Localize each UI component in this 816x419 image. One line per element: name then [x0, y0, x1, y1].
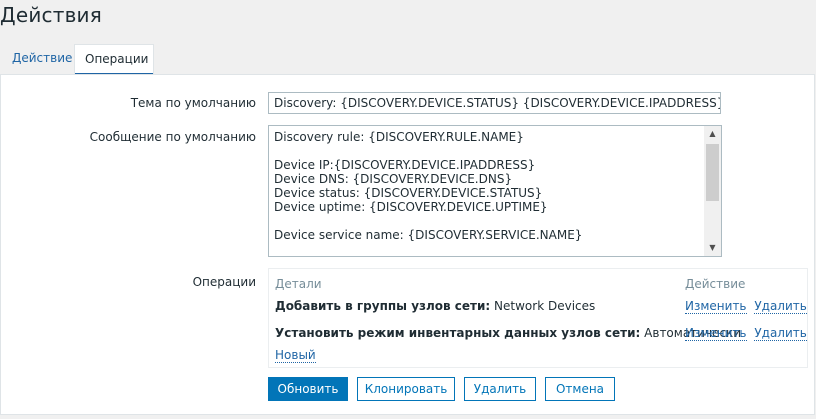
remove-link[interactable]: Удалить [754, 299, 807, 314]
subject-label: Тема по умолчанию [130, 96, 256, 110]
delete-button[interactable]: Удалить [464, 377, 536, 401]
clone-button[interactable]: Клонировать [357, 377, 455, 401]
operation-type: Добавить в группы узлов сети: [275, 299, 491, 313]
message-line: Device service name: {DISCOVERY.SERVICE.… [274, 228, 583, 242]
remove-link[interactable]: Удалить [754, 326, 807, 341]
page-title: Действия [0, 3, 102, 27]
cancel-button[interactable]: Отмена [545, 377, 615, 401]
table-row-actions: Изменить Удалить [685, 299, 807, 314]
operations-table: Детали Действие Добавить в группы узлов … [268, 268, 808, 368]
message-line: Discovery rule: {DISCOVERY.RULE.NAME} [274, 130, 524, 144]
message-line [274, 214, 703, 228]
message-line: Device IP:{DISCOVERY.DEVICE.IPADDRESS} [274, 158, 536, 172]
operations-label: Операции [192, 275, 256, 289]
update-button[interactable]: Обновить [268, 377, 348, 401]
operations-panel: Тема по умолчанию Discovery: {DISCOVERY.… [0, 74, 815, 415]
new-operation-link[interactable]: Новый [275, 348, 316, 363]
new-operation-cell: Новый [275, 348, 316, 363]
message-textarea[interactable]: Discovery rule: {DISCOVERY.RULE.NAME} De… [268, 125, 722, 257]
tab-bar: Действие Операции [0, 44, 816, 75]
message-text: Discovery rule: {DISCOVERY.RULE.NAME} De… [274, 130, 703, 256]
message-label: Сообщение по умолчанию [89, 130, 256, 144]
column-header-action: Действие [685, 277, 746, 291]
subject-input[interactable]: Discovery: {DISCOVERY.DEVICE.STATUS} {DI… [268, 92, 721, 114]
table-row-details: Установить режим инвентарных данных узло… [275, 326, 741, 340]
operation-type: Установить режим инвентарных данных узло… [275, 326, 641, 340]
message-scrollbar[interactable]: ▲ ▼ [704, 126, 721, 256]
scrollbar-thumb[interactable] [706, 144, 719, 201]
tab-operations[interactable]: Операции [74, 44, 154, 75]
edit-link[interactable]: Изменить [685, 299, 747, 314]
message-line: Device status: {DISCOVERY.DEVICE.STATUS} [274, 186, 543, 200]
operation-value: Network Devices [494, 299, 596, 313]
tab-action[interactable]: Действие [2, 44, 82, 73]
column-header-details: Детали [275, 277, 322, 291]
message-line: Device uptime: {DISCOVERY.DEVICE.UPTIME} [274, 200, 548, 214]
table-row-details: Добавить в группы узлов сети: Network De… [275, 299, 595, 313]
chevron-up-icon[interactable]: ▲ [704, 126, 721, 142]
chevron-down-icon[interactable]: ▼ [704, 240, 721, 256]
table-row-actions: Изменить Удалить [685, 326, 807, 341]
message-line: Device DNS: {DISCOVERY.DEVICE.DNS} [274, 172, 513, 186]
edit-link[interactable]: Изменить [685, 326, 747, 341]
message-line [274, 144, 703, 158]
